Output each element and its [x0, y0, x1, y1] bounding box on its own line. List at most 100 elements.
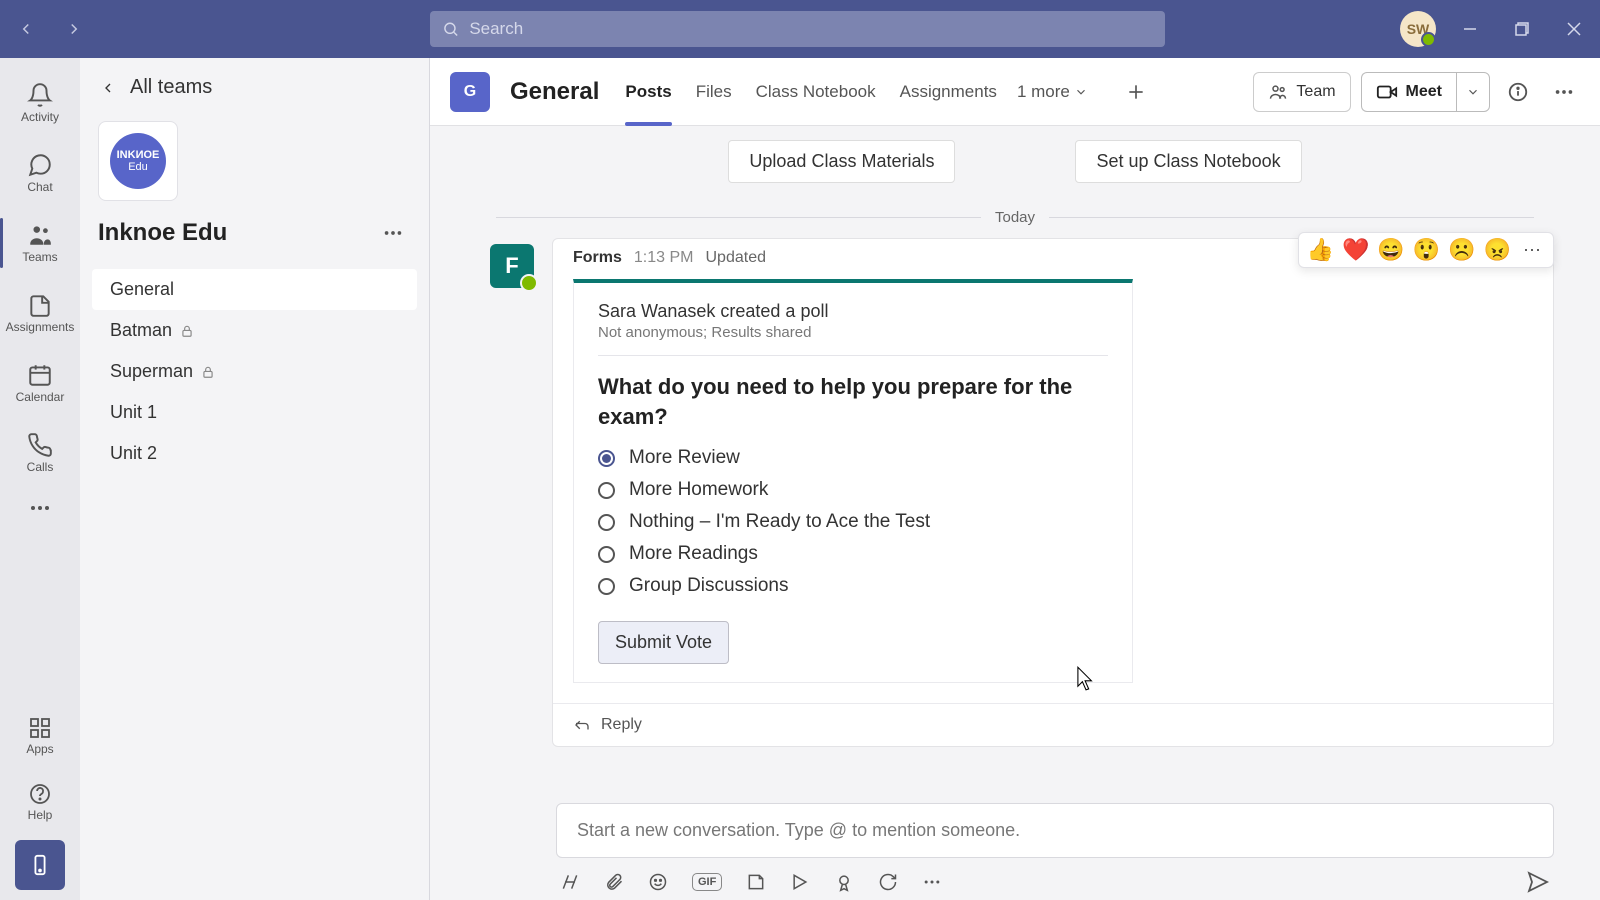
composer-input[interactable]: Start a new conversation. Type @ to ment…: [556, 803, 1554, 858]
radio-icon: [598, 546, 615, 563]
poll-option-label: Group Discussions: [629, 575, 788, 597]
search-box[interactable]: [430, 11, 1165, 47]
close-button[interactable]: [1556, 11, 1592, 47]
poll-option[interactable]: More Readings: [598, 543, 1108, 565]
channel-item-batman[interactable]: Batman: [92, 310, 417, 351]
reply-label: Reply: [601, 716, 642, 734]
more-tabs-label: 1 more: [1017, 82, 1070, 102]
team-more-button[interactable]: [375, 215, 411, 251]
add-tab-button[interactable]: [1118, 74, 1154, 110]
content-area: G General PostsFilesClass NotebookAssign…: [430, 58, 1600, 900]
attach-icon[interactable]: [604, 872, 624, 892]
setup-notebook-button[interactable]: Set up Class Notebook: [1075, 140, 1301, 183]
emoji-icon[interactable]: [648, 872, 668, 892]
rail-label: Assignments: [6, 320, 75, 334]
reaction-surprised[interactable]: 😲: [1413, 237, 1440, 263]
upload-materials-button[interactable]: Upload Class Materials: [728, 140, 955, 183]
search-input[interactable]: [469, 19, 1153, 39]
rail-label: Calendar: [16, 390, 65, 404]
rail-assignments[interactable]: Assignments: [0, 278, 80, 348]
reaction-more[interactable]: ⋯: [1519, 240, 1545, 261]
praise-icon[interactable]: [834, 872, 854, 892]
team-logo-text: Edu: [128, 161, 148, 173]
channel-item-unit-1[interactable]: Unit 1: [92, 392, 417, 433]
tab-files[interactable]: Files: [696, 58, 732, 125]
back-label: All teams: [130, 76, 212, 99]
header-more-button[interactable]: [1546, 74, 1582, 110]
poll-option[interactable]: More Homework: [598, 479, 1108, 501]
reaction-angry[interactable]: 😠: [1484, 237, 1511, 263]
rail-calendar[interactable]: Calendar: [0, 348, 80, 418]
title-bar: SW: [0, 0, 1600, 58]
rail-label: Activity: [21, 110, 59, 124]
team-avatar[interactable]: INKИOE Edu: [98, 121, 178, 201]
poll-option[interactable]: Group Discussions: [598, 575, 1108, 597]
poll-option-label: More Readings: [629, 543, 758, 565]
rail-label: Calls: [27, 460, 54, 474]
poll-settings-line: Not anonymous; Results shared: [598, 324, 1108, 356]
poll-option-label: More Review: [629, 447, 740, 469]
app-rail: Activity Chat Teams Assignments Calendar…: [0, 58, 80, 900]
all-teams-back[interactable]: All teams: [92, 72, 417, 103]
post-status: Updated: [706, 249, 767, 267]
team-icon: [1268, 82, 1288, 102]
send-button[interactable]: [1526, 870, 1550, 894]
search-icon: [442, 20, 459, 38]
channel-item-general[interactable]: General: [92, 269, 417, 310]
composer: Start a new conversation. Type @ to ment…: [556, 803, 1554, 894]
reply-button[interactable]: Reply: [553, 703, 1553, 746]
composer-more-icon[interactable]: [922, 872, 942, 892]
channel-avatar: G: [450, 72, 490, 112]
rail-activity[interactable]: Activity: [0, 68, 80, 138]
post-time: 1:13 PM: [634, 249, 694, 267]
poll-option[interactable]: More Review: [598, 447, 1108, 469]
channel-item-superman[interactable]: Superman: [92, 351, 417, 392]
poll-option[interactable]: Nothing – I'm Ready to Ace the Test: [598, 511, 1108, 533]
nav-forward-button[interactable]: [58, 13, 90, 45]
lock-icon: [201, 365, 215, 379]
post: 👍 ❤️ 😄 😲 ☹️ 😠 ⋯ F Forms 1:13 PM Updated: [430, 232, 1600, 747]
nav-back-button[interactable]: [10, 13, 42, 45]
loop-icon[interactable]: [878, 872, 898, 892]
rail-teams[interactable]: Teams: [0, 208, 80, 278]
date-separator: Today: [430, 209, 1600, 232]
info-button[interactable]: [1500, 74, 1536, 110]
maximize-button[interactable]: [1504, 11, 1540, 47]
channel-panel: All teams INKИOE Edu Inknoe Edu GeneralB…: [80, 58, 430, 900]
poll-question: What do you need to help you prepare for…: [598, 372, 1108, 431]
user-avatar[interactable]: SW: [1400, 11, 1436, 47]
reaction-sad[interactable]: ☹️: [1448, 237, 1475, 263]
minimize-button[interactable]: [1452, 11, 1488, 47]
more-tabs[interactable]: 1 more: [1017, 58, 1088, 125]
rail-mobile-button[interactable]: [15, 840, 65, 890]
tab-posts[interactable]: Posts: [625, 58, 671, 125]
stream-icon[interactable]: [790, 872, 810, 892]
poll-card: Sara Wanasek created a poll Not anonymou…: [573, 279, 1133, 683]
radio-icon: [598, 578, 615, 595]
rail-more[interactable]: [0, 488, 80, 528]
channel-item-unit-2[interactable]: Unit 2: [92, 433, 417, 474]
format-icon[interactable]: [560, 872, 580, 892]
rail-label: Apps: [26, 742, 53, 756]
submit-vote-button[interactable]: Submit Vote: [598, 621, 729, 664]
rail-help[interactable]: Help: [0, 774, 80, 830]
meet-dropdown[interactable]: [1456, 72, 1490, 112]
rail-apps[interactable]: Apps: [0, 708, 80, 764]
tab-class-notebook[interactable]: Class Notebook: [756, 58, 876, 125]
meet-button[interactable]: Meet: [1361, 72, 1490, 112]
tab-assignments[interactable]: Assignments: [900, 58, 997, 125]
reply-icon: [573, 716, 591, 734]
lock-icon: [180, 324, 194, 338]
sticker-icon[interactable]: [746, 872, 766, 892]
reaction-heart[interactable]: ❤️: [1342, 237, 1369, 263]
radio-icon: [598, 450, 615, 467]
reaction-laugh[interactable]: 😄: [1377, 237, 1404, 263]
poll-author-line: Sara Wanasek created a poll: [598, 301, 1108, 322]
team-visibility-button[interactable]: Team: [1253, 72, 1350, 112]
rail-chat[interactable]: Chat: [0, 138, 80, 208]
gif-icon[interactable]: GIF: [692, 873, 722, 891]
rail-calls[interactable]: Calls: [0, 418, 80, 488]
reaction-thumbs-up[interactable]: 👍: [1307, 237, 1334, 263]
rail-label: Help: [28, 808, 53, 822]
team-name: Inknoe Edu: [98, 219, 227, 247]
